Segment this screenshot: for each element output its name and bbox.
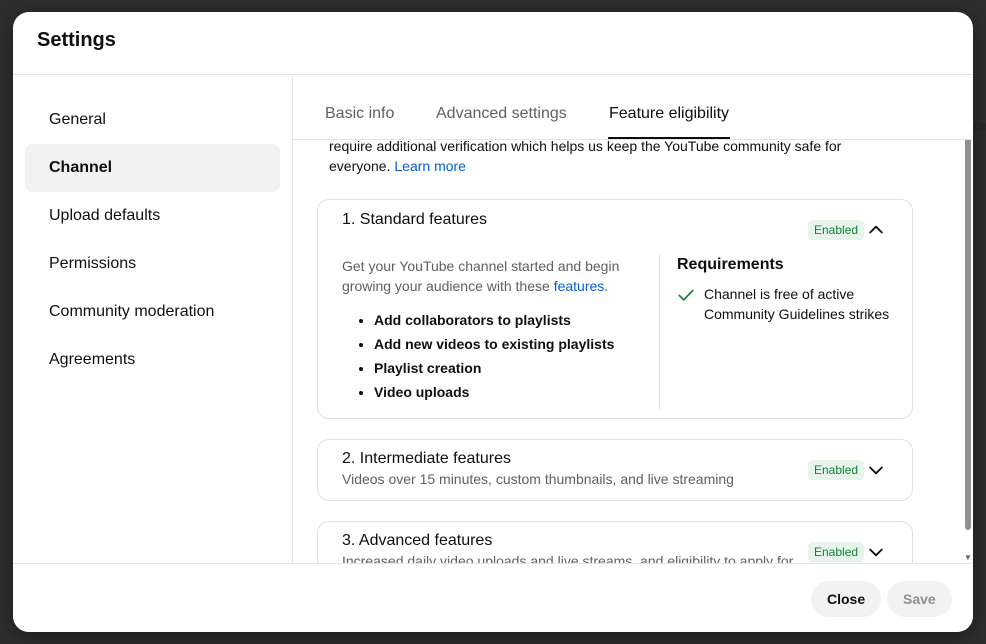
sidebar-item-community-moderation[interactable]: Community moderation: [25, 288, 280, 336]
card-description: Get your YouTube channel started and beg…: [342, 256, 632, 296]
list-item: Video uploads: [374, 380, 614, 404]
status-badge: Enabled: [808, 542, 865, 562]
dialog-footer: Close Save: [13, 563, 973, 632]
sidebar-item-upload-defaults[interactable]: Upload defaults: [25, 192, 280, 240]
sidebar-item-permissions[interactable]: Permissions: [25, 240, 280, 288]
close-button[interactable]: Close: [811, 581, 882, 617]
dialog-title: Settings: [37, 28, 116, 51]
scrollbar-thumb[interactable]: [965, 129, 971, 530]
chevron-up-icon[interactable]: [866, 220, 886, 240]
list-item: Playlist creation: [374, 356, 614, 380]
features-link[interactable]: features: [554, 278, 605, 294]
scroll-down-arrow-icon[interactable]: ▼: [964, 553, 972, 562]
list-item: Add collaborators to playlists: [374, 308, 614, 332]
tab-bar: Basic info Advanced settings Feature eli…: [293, 76, 973, 140]
settings-sidebar: General Channel Upload defaults Permissi…: [13, 76, 293, 564]
requirements-heading: Requirements: [677, 256, 784, 273]
list-item: Add new videos to existing playlists: [374, 332, 614, 356]
dialog-header: Settings: [13, 12, 973, 75]
sidebar-item-general[interactable]: General: [25, 96, 280, 144]
checkmark-icon: [678, 289, 694, 301]
active-tab-indicator: [608, 137, 730, 139]
tab-advanced-settings[interactable]: Advanced settings: [436, 105, 567, 123]
column-divider: [659, 255, 660, 410]
card-title: 1. Standard features: [342, 211, 487, 228]
card-title: 3. Advanced features: [342, 532, 493, 549]
status-badge: Enabled: [808, 460, 865, 480]
intro-paragraph: require additional verification which he…: [329, 136, 869, 176]
advanced-features-card[interactable]: 3. Advanced features Increased daily vid…: [317, 521, 913, 564]
status-badge: Enabled: [808, 220, 865, 240]
background-text-fragment: Da: [974, 121, 986, 133]
requirement-text: Channel is free of active Community Guid…: [704, 286, 890, 322]
feature-list: Add collaborators to playlists Add new v…: [350, 308, 614, 404]
chevron-down-icon[interactable]: [866, 542, 886, 562]
sidebar-item-agreements[interactable]: Agreements: [25, 336, 280, 384]
tab-feature-eligibility[interactable]: Feature eligibility: [609, 105, 729, 123]
save-button[interactable]: Save: [887, 581, 952, 617]
intermediate-features-card[interactable]: 2. Intermediate features Videos over 15 …: [317, 439, 913, 501]
chevron-down-icon[interactable]: [866, 460, 886, 480]
settings-dialog: Settings General Channel Upload defaults…: [13, 12, 973, 632]
standard-features-card: 1. Standard features Enabled Get your Yo…: [317, 199, 913, 419]
requirement-item: Channel is free of active Community Guid…: [677, 284, 894, 324]
description-period: .: [604, 278, 609, 294]
card-subtitle: Videos over 15 minutes, custom thumbnail…: [342, 471, 734, 487]
learn-more-link[interactable]: Learn more: [394, 158, 466, 174]
sidebar-item-channel[interactable]: Channel: [25, 144, 280, 192]
main-content: require additional verification which he…: [293, 76, 973, 564]
card-title: 2. Intermediate features: [342, 450, 511, 467]
tab-basic-info[interactable]: Basic info: [325, 105, 394, 123]
